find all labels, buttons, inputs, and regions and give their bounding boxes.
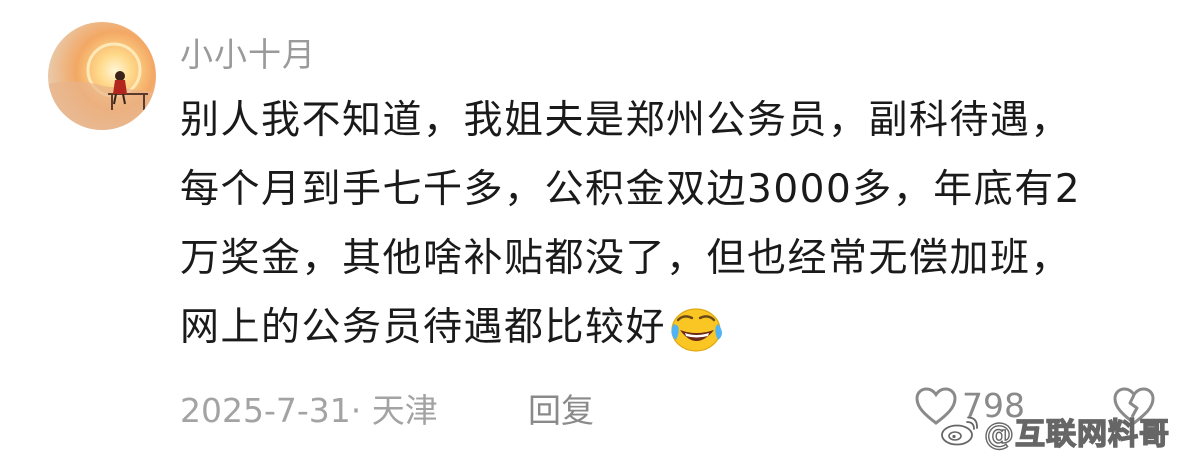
comment-meta: 2025-7-31· 天津 [180,391,438,430]
comment-line: 万奖金，其他啥补贴都没了，但也经常无偿加班， [180,236,1072,281]
comment-line: 别人我不知道，我姐夫是郑州公务员，副科待遇， [180,98,1072,143]
username[interactable]: 小小十月 [180,28,316,76]
watermark-text: @互联网料哥 [983,416,1170,452]
weibo-logo-icon [941,416,978,446]
watermark: @互联网料哥 [940,408,1170,454]
comment-content: 别人我不知道，我姐夫是郑州公务员，副科待遇， 每个月到手七千多，公积金双边300… [180,86,1170,374]
comment-line-text: 网上的公务员待遇都比较好 [180,305,667,350]
reply-button[interactable]: 回复 [528,384,594,432]
comment-card: 小小十月 别人我不知道，我姐夫是郑州公务员，副科待遇， 每个月到手七千多，公积金… [0,0,1202,457]
laughing-crying-emoji-icon [670,305,724,374]
avatar[interactable] [48,22,156,130]
comment-line: 每个月到手七千多，公积金双边3000多，年底有2 [180,167,1082,212]
avatar-image [48,22,156,130]
comment-line-last: 网上的公务员待遇都比较好 [180,293,1170,374]
